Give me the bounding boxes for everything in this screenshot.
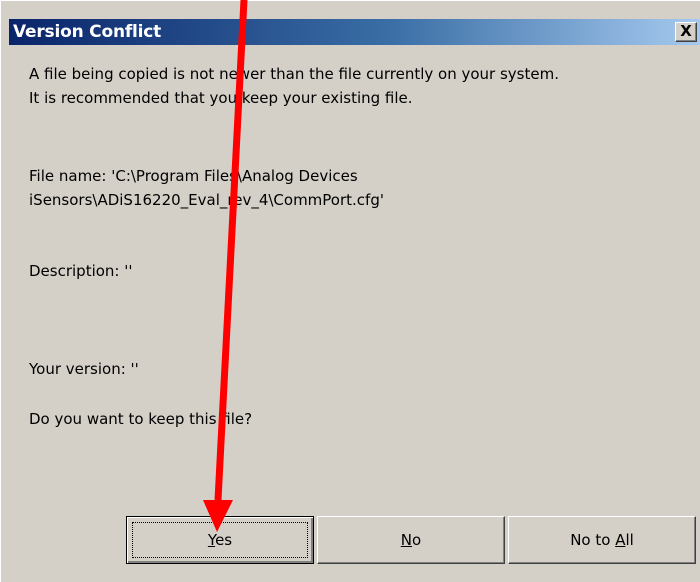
file-name-line-1: File name: 'C:\Program Files\Analog Devi… [29,167,358,185]
no-to-all-button[interactable]: No to All [508,516,696,564]
yes-button[interactable]: Yes [126,516,314,564]
message-line-2: It is recommended that you keep your exi… [29,89,413,107]
version-conflict-dialog: Version Conflict X A file being copied i… [0,0,700,582]
no-to-all-label: No to All [570,531,634,549]
your-version-text: Your version: '' [29,360,139,378]
message-line-1: A file being copied is not newer than th… [29,65,559,83]
no-label: No [400,531,422,549]
file-name-line-2: iSensors\ADiS16220_Eval_rev_4\CommPort.c… [29,191,384,209]
focus-ring [132,522,308,558]
description-text: Description: '' [29,262,133,280]
dialog-title: Version Conflict [13,22,162,42]
close-button[interactable]: X [675,22,697,42]
no-button[interactable]: No [317,516,505,564]
keep-file-question: Do you want to keep this file? [29,410,253,428]
title-bar[interactable]: Version Conflict X [9,19,700,45]
close-icon: X [680,22,692,40]
